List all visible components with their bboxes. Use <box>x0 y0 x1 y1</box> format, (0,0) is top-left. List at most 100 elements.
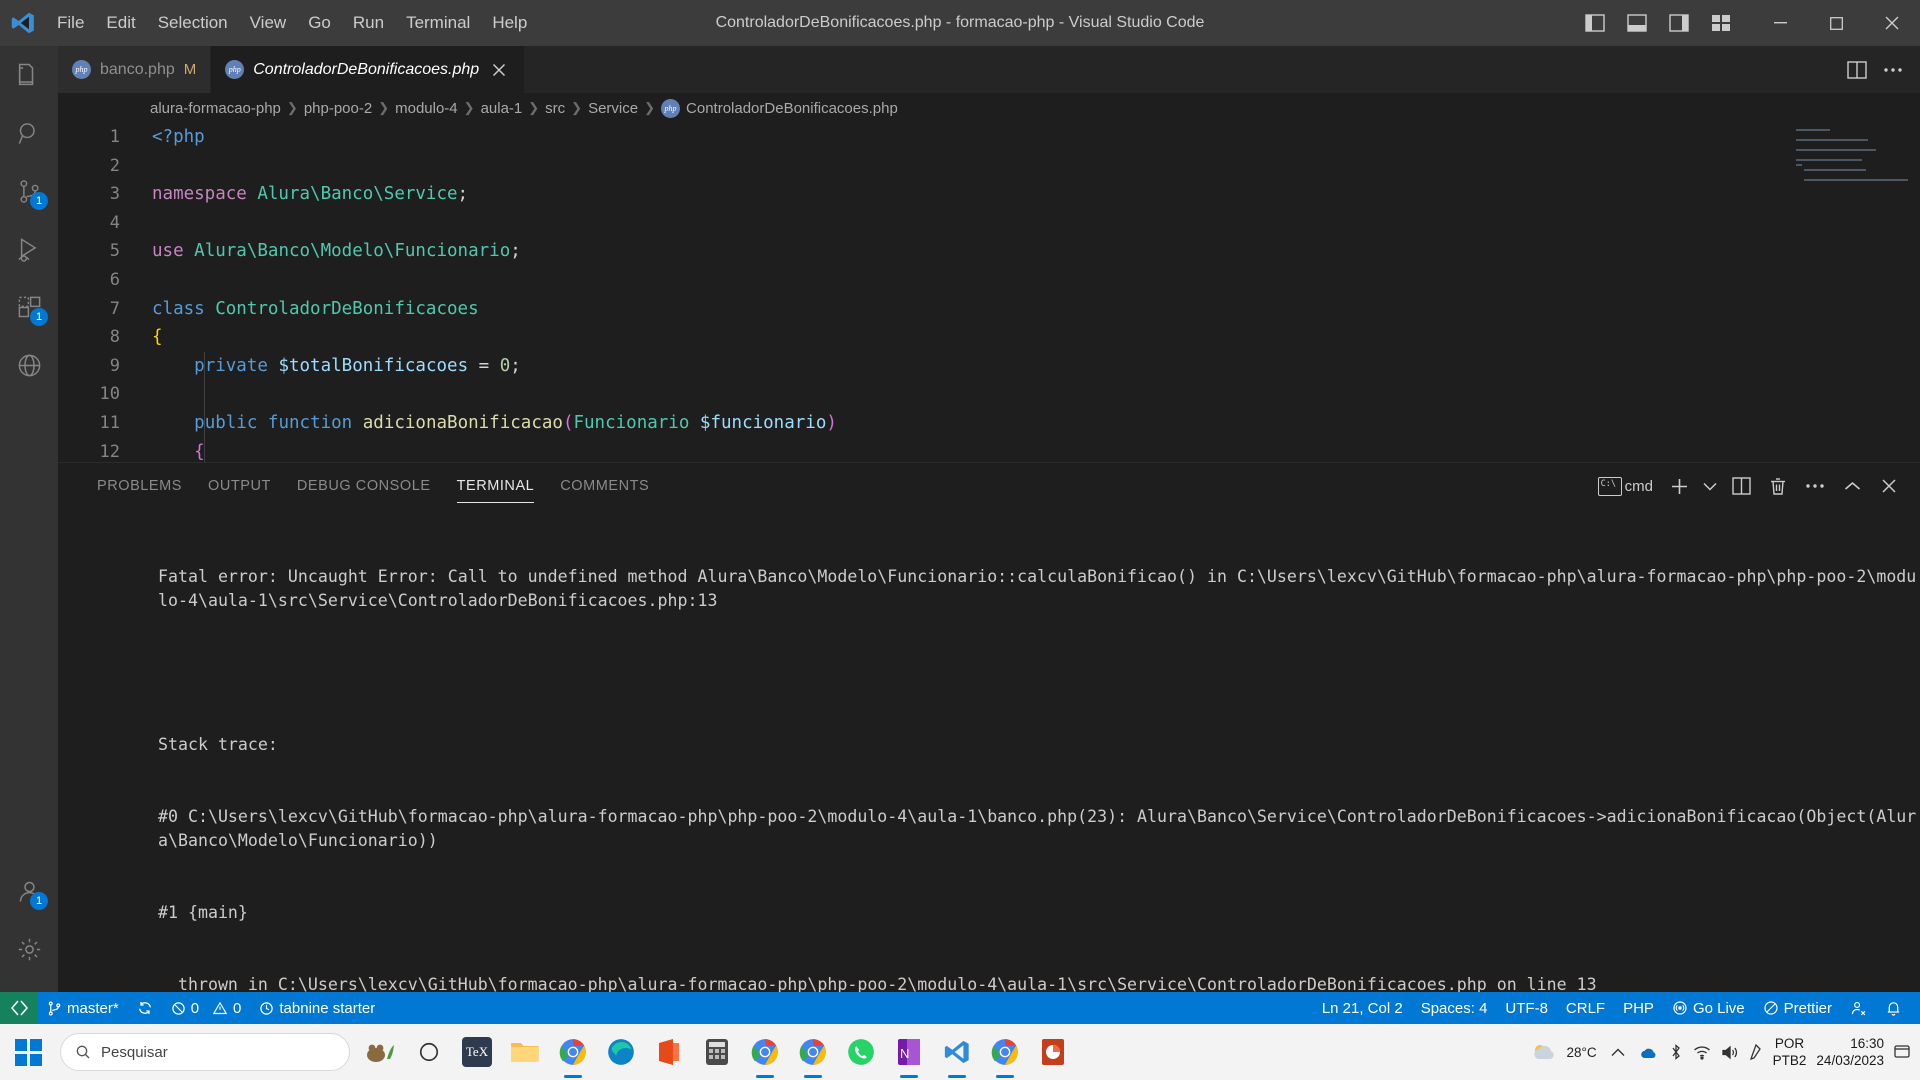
sidebar-item-extensions[interactable]: 1 <box>0 278 58 336</box>
tray-bluetooth-icon[interactable] <box>1669 1044 1683 1060</box>
breadcrumb-item[interactable]: src <box>545 100 565 117</box>
panel-tab-problems[interactable]: PROBLEMS <box>84 463 195 509</box>
terminal-output[interactable]: Fatal error: Uncaught Error: Call to und… <box>58 509 1920 992</box>
breadcrumb-item[interactable]: alura-formacao-php <box>150 100 281 117</box>
minimize-button[interactable] <box>1752 0 1808 46</box>
line-number: 2 <box>109 155 120 176</box>
sidebar-item-search[interactable] <box>0 104 58 162</box>
settings-gear-icon[interactable] <box>0 920 58 978</box>
taskbar-search-input[interactable]: Pesquisar <box>60 1033 350 1071</box>
tray-clock[interactable]: 16:30 24/03/2023 <box>1816 1035 1884 1069</box>
taskbar-chrome-icon[interactable] <box>550 1024 596 1080</box>
panel-tab-terminal[interactable]: TERMINAL <box>444 463 548 509</box>
bell-icon[interactable] <box>1876 992 1920 1024</box>
menu-go[interactable]: Go <box>297 8 342 38</box>
svg-text:N: N <box>900 1046 909 1061</box>
maximize-panel-icon[interactable] <box>1835 469 1869 503</box>
taskbar-chrome-3-icon[interactable] <box>790 1024 836 1080</box>
menu-terminal[interactable]: Terminal <box>395 8 481 38</box>
feedback-icon[interactable] <box>1841 992 1876 1024</box>
terminal-dropdown-icon[interactable] <box>1699 469 1721 503</box>
line-content: private $totalBonificacoes = 0; <box>152 352 521 381</box>
status-problems[interactable]: 0 0 <box>162 992 251 1024</box>
tray-volume-icon[interactable] <box>1721 1045 1739 1060</box>
tray-expand-icon[interactable] <box>1607 1048 1629 1057</box>
menu-edit[interactable]: Edit <box>95 8 146 38</box>
close-button[interactable] <box>1864 0 1920 46</box>
split-terminal-icon[interactable] <box>1724 469 1758 503</box>
tray-weather[interactable]: 28°C <box>1530 1042 1597 1062</box>
status-indentation[interactable]: Spaces: 4 <box>1412 992 1497 1024</box>
code-token: 0 <box>499 355 511 376</box>
taskbar-edge-icon[interactable] <box>598 1024 644 1080</box>
panel-tab-output[interactable]: OUTPUT <box>195 463 284 509</box>
status-cursor-position[interactable]: Ln 21, Col 2 <box>1313 992 1412 1024</box>
more-actions-icon[interactable] <box>1798 469 1832 503</box>
taskbar-chrome-2-icon[interactable] <box>742 1024 788 1080</box>
status-go-live[interactable]: Go Live <box>1663 992 1754 1024</box>
sidebar-item-explorer[interactable] <box>0 46 58 104</box>
tray-pen-icon[interactable] <box>1749 1044 1763 1060</box>
taskbar-task-view-icon[interactable] <box>406 1024 452 1080</box>
sidebar-item-remote-explorer[interactable] <box>0 336 58 394</box>
panel-tab-comments[interactable]: COMMENTS <box>547 463 662 509</box>
menu-view[interactable]: View <box>239 8 298 38</box>
code-token: ) <box>826 412 837 433</box>
status-sync[interactable] <box>128 992 162 1024</box>
customize-layout-icon[interactable] <box>1702 0 1740 46</box>
start-button[interactable] <box>0 1024 56 1080</box>
taskbar-onenote-icon[interactable]: N <box>886 1024 932 1080</box>
kill-terminal-icon[interactable] <box>1761 469 1795 503</box>
status-language-mode[interactable]: PHP <box>1614 992 1663 1024</box>
close-panel-icon[interactable] <box>1872 469 1906 503</box>
breadcrumb-item[interactable]: ControladorDeBonificacoes.php <box>686 100 898 117</box>
remote-indicator-icon[interactable] <box>0 992 38 1024</box>
toggle-panel-icon[interactable] <box>1618 0 1656 46</box>
toggle-secondary-sidebar-icon[interactable] <box>1660 0 1698 46</box>
sidebar-item-run-debug[interactable] <box>0 220 58 278</box>
minimap[interactable] <box>1796 129 1908 189</box>
menu-file[interactable]: File <box>46 8 95 38</box>
breadcrumb-item[interactable]: php-poo-2 <box>304 100 372 117</box>
breadcrumb-item[interactable]: Service <box>588 100 638 117</box>
menu-help[interactable]: Help <box>481 8 538 38</box>
taskbar-powerpoint-icon[interactable] <box>1030 1024 1076 1080</box>
status-eol[interactable]: CRLF <box>1557 992 1614 1024</box>
close-icon[interactable] <box>488 59 510 81</box>
line-content: use Alura\Banco\Modelo\Funcionario; <box>152 237 521 266</box>
editor-tab-controlador[interactable]: php ControladorDeBonificacoes.php <box>211 46 526 93</box>
taskbar-latex-icon[interactable]: TeX <box>454 1024 500 1080</box>
menu-run[interactable]: Run <box>342 8 395 38</box>
status-tabnine[interactable]: tabnine starter <box>250 992 384 1024</box>
tray-language-indicator[interactable]: POR PTB2 <box>1773 1035 1807 1069</box>
toggle-primary-sidebar-icon[interactable] <box>1576 0 1614 46</box>
tray-onedrive-icon[interactable] <box>1639 1045 1659 1059</box>
taskbar-office-icon[interactable] <box>646 1024 692 1080</box>
taskbar-file-explorer-icon[interactable] <box>502 1024 548 1080</box>
taskbar-vscode-icon[interactable] <box>934 1024 980 1080</box>
breadcrumb-item[interactable]: modulo-4 <box>395 100 458 117</box>
taskbar-chrome-4-icon[interactable] <box>982 1024 1028 1080</box>
tray-notification-icon[interactable] <box>1894 1044 1910 1060</box>
status-branch[interactable]: master* <box>38 992 128 1024</box>
windows-taskbar: Pesquisar TeX N 28°C POR PTB2 16:30 24/0… <box>0 1024 1920 1080</box>
menu-selection[interactable]: Selection <box>147 8 239 38</box>
taskbar-calculator-icon[interactable] <box>694 1024 740 1080</box>
code-editor[interactable]: 1 <?php 2 3 namespace Alura\Banco\Service; 4 5… <box>58 123 1920 462</box>
taskbar-whatsapp-icon[interactable] <box>838 1024 884 1080</box>
sidebar-item-source-control[interactable]: 1 <box>0 162 58 220</box>
tray-network-icon[interactable] <box>1693 1045 1711 1060</box>
taskbar-widgets-icon[interactable] <box>358 1024 404 1080</box>
status-prettier[interactable]: Prettier <box>1754 992 1841 1024</box>
status-encoding[interactable]: UTF-8 <box>1496 992 1557 1024</box>
editor-tab-banco[interactable]: php banco.php M <box>58 46 212 93</box>
more-actions-icon[interactable] <box>1876 53 1910 87</box>
accounts-button[interactable]: 1 <box>0 862 58 920</box>
panel-tab-debug-console[interactable]: DEBUG CONSOLE <box>284 463 444 509</box>
new-terminal-icon[interactable] <box>1662 469 1696 503</box>
maximize-button[interactable] <box>1808 0 1864 46</box>
line-number: 3 <box>109 184 120 205</box>
breadcrumb-item[interactable]: aula-1 <box>481 100 523 117</box>
split-editor-icon[interactable] <box>1840 53 1874 87</box>
